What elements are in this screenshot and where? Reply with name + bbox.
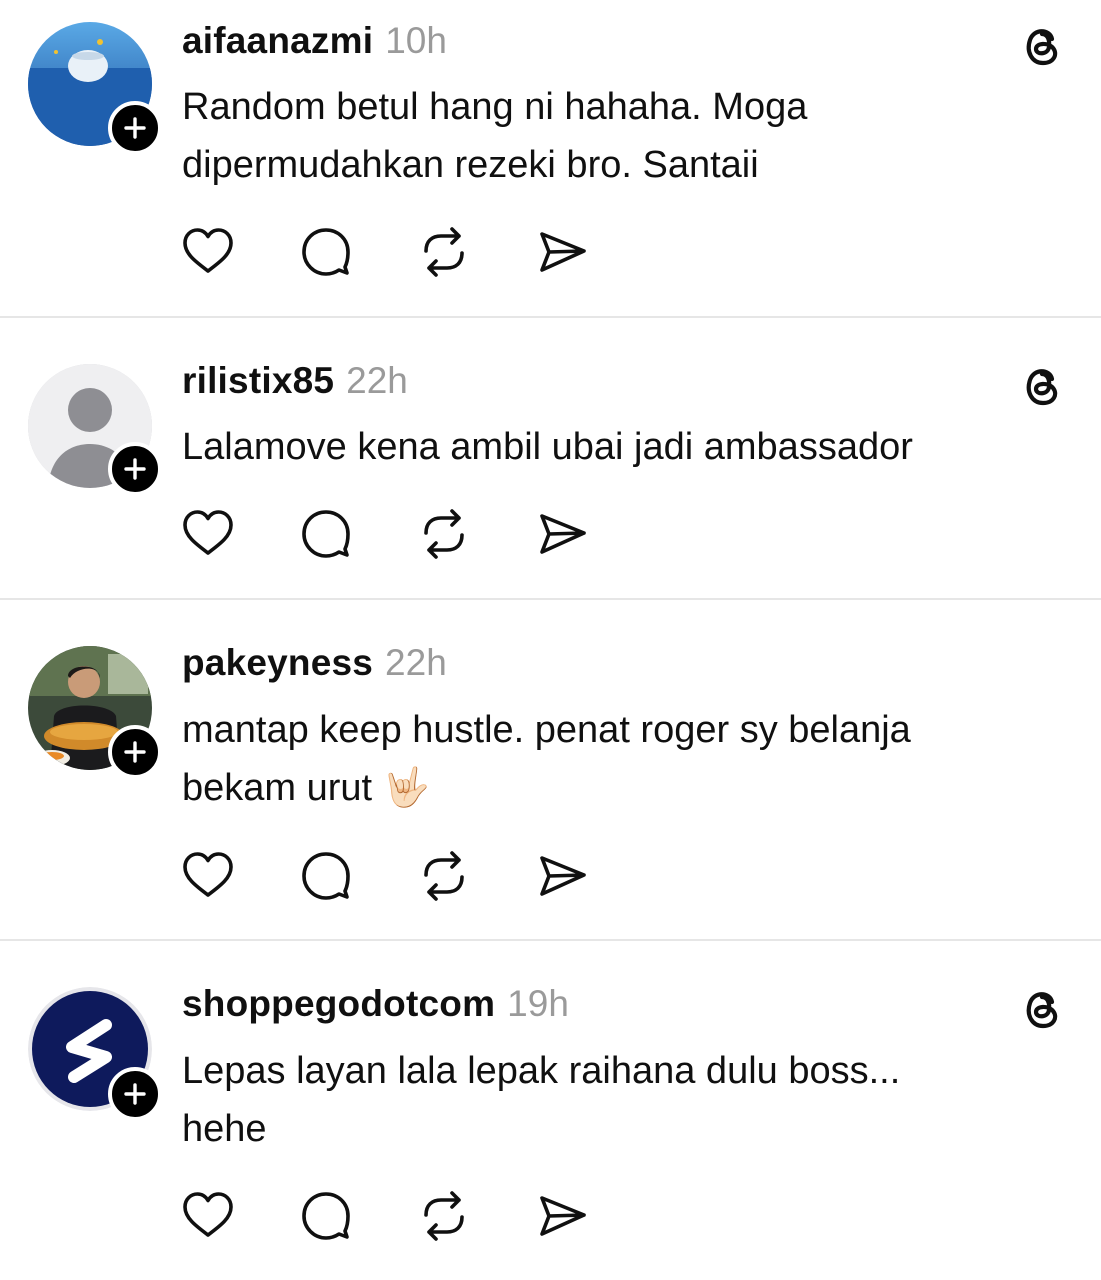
timestamp: 19h: [507, 983, 569, 1024]
timestamp: 22h: [346, 360, 408, 401]
threads-logo-icon[interactable]: [1018, 20, 1066, 68]
follow-button[interactable]: [108, 1067, 162, 1121]
comment-icon: [302, 1192, 350, 1240]
reply-button[interactable]: [298, 506, 354, 562]
timestamp: 10h: [385, 20, 447, 61]
like-button[interactable]: [180, 506, 236, 562]
post-text-line: Lepas layan lala lepak raihana dulu boss…: [182, 1050, 901, 1092]
username[interactable]: shoppegodotcom: [182, 983, 495, 1025]
repost-button[interactable]: [416, 848, 472, 904]
comment-icon: [302, 510, 350, 558]
post-text: mantap keep hustle. penat roger sy belan…: [182, 701, 1062, 817]
post-text: Lalamove kena ambil ubai jadi ambassador: [182, 418, 1062, 476]
repost-icon: [424, 851, 464, 901]
post-text-line: hehe: [182, 1108, 267, 1150]
post-header: aifaanazmi 10h: [182, 20, 447, 68]
repost-icon: [424, 509, 464, 559]
username[interactable]: pakeyness: [182, 642, 373, 684]
plus-icon: [124, 458, 146, 480]
repost-button[interactable]: [416, 1188, 472, 1244]
share-button[interactable]: [534, 506, 590, 562]
action-bar: [180, 1188, 600, 1244]
repost-icon: [424, 1191, 464, 1241]
share-button[interactable]: [534, 1188, 590, 1244]
like-button[interactable]: [180, 848, 236, 904]
heart-icon: [183, 1192, 233, 1237]
send-icon: [540, 514, 586, 554]
reply-post: pakeyness 22h mantap keep hustle. penat …: [0, 600, 1101, 940]
follow-button[interactable]: [108, 725, 162, 779]
reply-post: aifaanazmi 10h Random betul hang ni haha…: [0, 0, 1101, 318]
post-header: rilistix85 22h: [182, 360, 408, 408]
follow-button[interactable]: [108, 442, 162, 496]
threads-logo-icon[interactable]: [1018, 983, 1066, 1031]
reply-post: rilistix85 22h Lalamove kena ambil ubai …: [0, 318, 1101, 600]
comment-icon: [302, 852, 350, 900]
threads-logo-icon[interactable]: [1018, 360, 1066, 408]
reply-button[interactable]: [298, 848, 354, 904]
post-text: Random betul hang ni hahaha. Moga diperm…: [182, 78, 1062, 194]
action-bar: [180, 506, 600, 562]
plus-icon: [124, 1083, 146, 1105]
follow-button[interactable]: [108, 101, 162, 155]
post-text: Lepas layan lala lepak raihana dulu boss…: [182, 1042, 1062, 1158]
share-button[interactable]: [534, 224, 590, 280]
comment-icon: [302, 228, 350, 276]
plus-icon: [124, 741, 146, 763]
heart-icon: [183, 228, 233, 273]
post-text-line: bekam urut 🤟🏻: [182, 767, 430, 809]
share-button[interactable]: [534, 848, 590, 904]
heart-icon: [183, 510, 233, 555]
username[interactable]: aifaanazmi: [182, 20, 373, 62]
username[interactable]: rilistix85: [182, 360, 334, 402]
send-icon: [540, 232, 586, 272]
send-icon: [540, 1196, 586, 1236]
post-text-line: mantap keep hustle. penat roger sy belan…: [182, 709, 911, 751]
action-bar: [180, 848, 600, 904]
plus-icon: [124, 117, 146, 139]
action-bar: [180, 224, 600, 280]
like-button[interactable]: [180, 224, 236, 280]
post-text-line: Lalamove kena ambil ubai jadi ambassador: [182, 426, 913, 468]
timestamp: 22h: [385, 642, 447, 683]
repost-button[interactable]: [416, 506, 472, 562]
send-icon: [540, 856, 586, 896]
repost-icon: [424, 227, 464, 277]
reply-button[interactable]: [298, 224, 354, 280]
post-text-line: dipermudahkan rezeki bro. Santaii: [182, 144, 759, 186]
replies-feed: aifaanazmi 10h Random betul hang ni haha…: [0, 0, 1101, 1280]
reply-post: shoppegodotcom 19h Lepas layan lala lepa…: [0, 941, 1101, 1280]
post-text-line: Random betul hang ni hahaha. Moga: [182, 86, 808, 128]
post-header: pakeyness 22h: [182, 642, 447, 690]
heart-icon: [183, 852, 233, 897]
repost-button[interactable]: [416, 224, 472, 280]
reply-button[interactable]: [298, 1188, 354, 1244]
like-button[interactable]: [180, 1188, 236, 1244]
post-header: shoppegodotcom 19h: [182, 983, 569, 1031]
